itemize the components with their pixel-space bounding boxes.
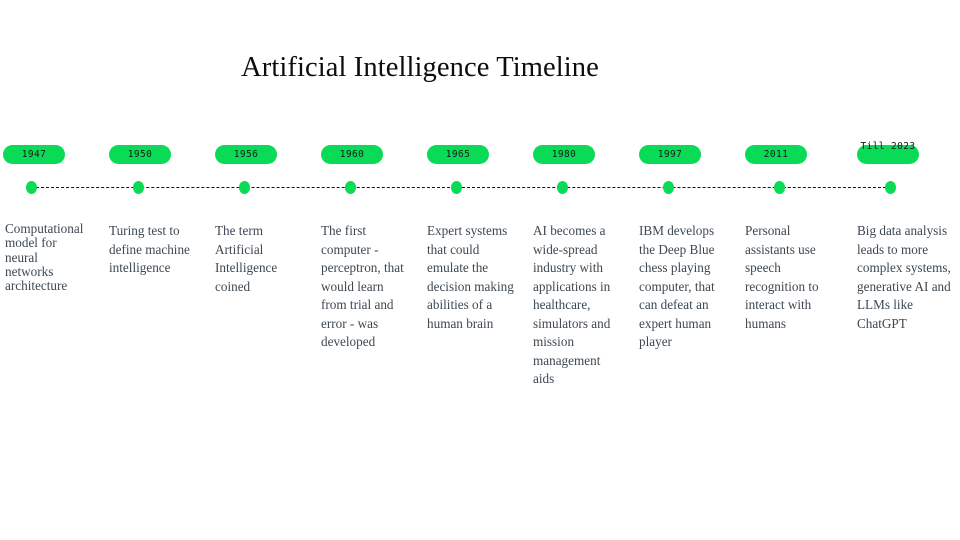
timeline-description-till-2023: Big data analysis leads to more complex …: [857, 223, 951, 331]
timeline-dot-1980: [557, 181, 568, 194]
timeline-badge-1960[interactable]: 1960: [321, 145, 383, 164]
timeline-badge-1956[interactable]: 1956: [215, 145, 277, 164]
timeline-badge-label: 2011: [763, 149, 789, 160]
timeline-dot-1965: [451, 181, 462, 194]
timeline-badge-label: Till 2023: [860, 141, 916, 152]
timeline-dot-till-2023: [885, 181, 896, 194]
timeline-description-1956: The term Artificial Intelligence coined: [215, 223, 278, 294]
timeline-badge-label: 1956: [233, 149, 259, 160]
timeline-description-2011: Personal assistants use speech recogniti…: [745, 223, 819, 331]
timeline-dot-1947: [26, 181, 37, 194]
timeline-badge-1965[interactable]: 1965: [427, 145, 489, 164]
timeline-badge-1980[interactable]: 1980: [533, 145, 595, 164]
timeline-badge-2011[interactable]: 2011: [745, 145, 807, 164]
timeline-badge-label: 1950: [127, 149, 153, 160]
timeline-badge-1997[interactable]: 1997: [639, 145, 701, 164]
timeline-description-1965: Expert systems that could emulate the de…: [427, 223, 514, 331]
timeline-description-1980: AI becomes a wide-spread industry with a…: [533, 223, 611, 386]
timeline-badge-1950[interactable]: 1950: [109, 145, 171, 164]
timeline-dot-1956: [239, 181, 250, 194]
timeline-badge-label: 1965: [445, 149, 471, 160]
timeline-chart: 1947 Computational model for neural netw…: [0, 0, 960, 540]
timeline-description-1997: IBM develops the Deep Blue chess playing…: [639, 223, 715, 349]
timeline-description-1950: Turing test to define machine intelligen…: [109, 223, 190, 275]
timeline-dot-1950: [133, 181, 144, 194]
timeline-badge-label: 1947: [21, 149, 47, 160]
timeline-badge-label: 1980: [551, 149, 577, 160]
timeline-badge-till-2023[interactable]: Till 2023: [857, 141, 919, 164]
timeline-badge-label: 1997: [657, 149, 683, 160]
timeline-description-1960: The first computer - perceptron, that wo…: [321, 223, 404, 349]
timeline-badge-label: 1960: [339, 149, 365, 160]
timeline-dot-1997: [663, 181, 674, 194]
timeline-badge-1947[interactable]: 1947: [3, 145, 65, 164]
timeline-dot-2011: [774, 181, 785, 194]
timeline-description-1947: Computational model for neural networks …: [5, 221, 84, 294]
timeline-dot-1960: [345, 181, 356, 194]
